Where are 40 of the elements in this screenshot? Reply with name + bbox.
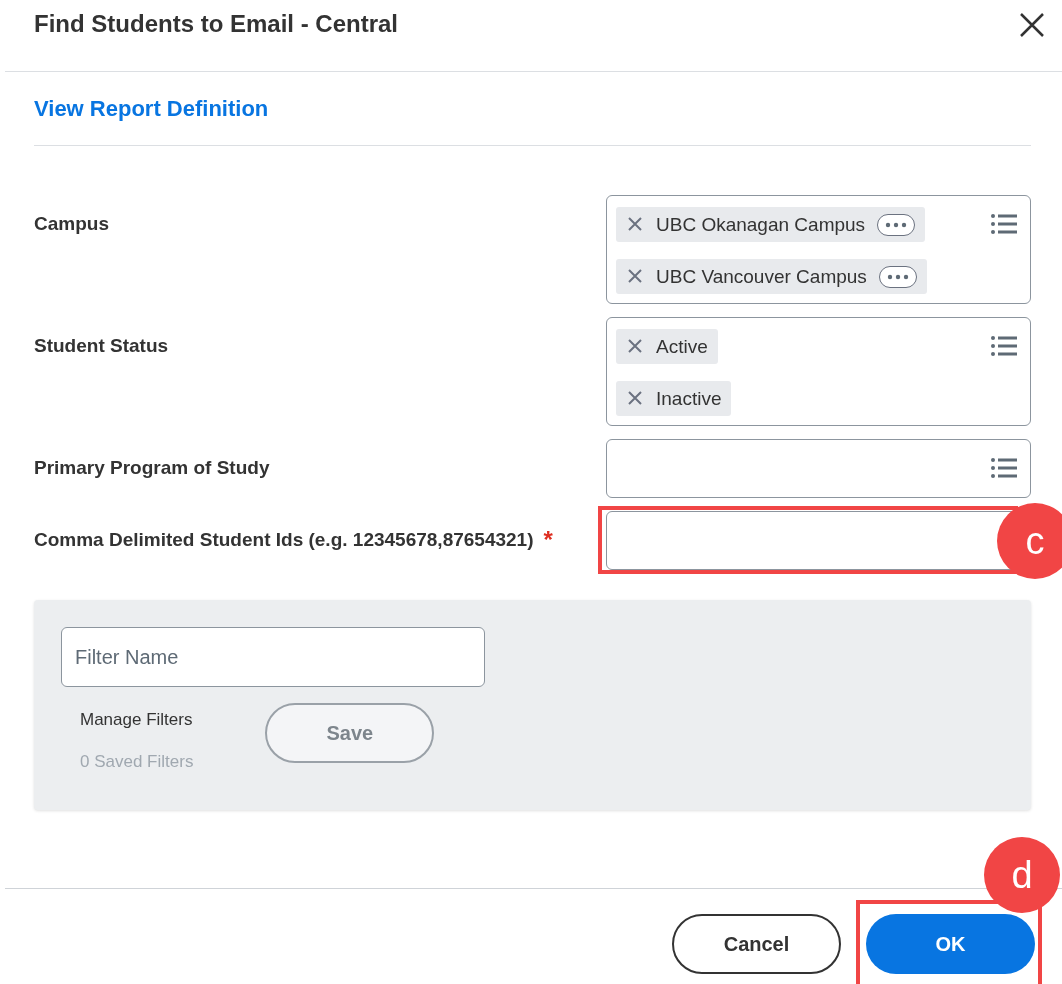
list-icon	[991, 213, 1017, 235]
multiselect-field[interactable]: Active Inactive	[606, 317, 1031, 426]
filter-name-input[interactable]: Filter Name	[61, 627, 485, 687]
list-prompt-button[interactable]	[991, 213, 1017, 235]
remove-button[interactable]	[628, 338, 644, 355]
close-button[interactable]	[1018, 11, 1046, 39]
chip-label: UBC Okanagan Campus	[656, 213, 866, 236]
ellipsis-icon	[885, 221, 908, 228]
list-icon	[991, 457, 1017, 479]
close-icon	[628, 216, 642, 231]
chip-label: Inactive	[656, 387, 722, 410]
list-icon	[991, 335, 1017, 357]
dialog-title: Find Students to Email - Central	[34, 9, 399, 39]
view-report-definition-link[interactable]: View Report Definition	[34, 95, 269, 122]
callout-tooltip: c	[997, 503, 1062, 579]
cancel-button[interactable]: Cancel	[672, 914, 841, 974]
remove-button[interactable]	[628, 268, 644, 285]
close-icon	[628, 390, 642, 405]
more-options-button[interactable]	[877, 213, 916, 236]
chip-label: Active	[656, 335, 708, 358]
field-label: Student Status	[34, 335, 169, 357]
remove-button[interactable]	[628, 390, 644, 407]
field-label: Comma Delimited Student Ids (e.g. 12345678,87654321)	[34, 529, 534, 551]
multiselect-field[interactable]	[606, 439, 1031, 498]
close-icon	[628, 268, 642, 283]
close-icon	[628, 338, 642, 353]
multiselect-field[interactable]: UBC Okanagan Campus UBC Vancouver Campus	[606, 195, 1031, 304]
remove-button[interactable]	[628, 216, 644, 233]
chip-label: UBC Vancouver Campus	[656, 265, 867, 288]
ok-button[interactable]: OK	[866, 914, 1035, 974]
list-prompt-button[interactable]	[991, 335, 1017, 357]
saved-filters-count: 0 Saved Filters	[80, 752, 194, 772]
ellipsis-icon	[886, 273, 909, 280]
manage-filters-label: Manage Filters	[80, 710, 194, 730]
more-options-button[interactable]	[878, 265, 917, 288]
list-prompt-button[interactable]	[991, 457, 1017, 479]
field-label: Campus	[34, 213, 109, 235]
field-label: Primary Program of Study	[34, 457, 270, 479]
required-marker: *	[543, 526, 553, 554]
callout-tooltip: d	[984, 837, 1060, 913]
